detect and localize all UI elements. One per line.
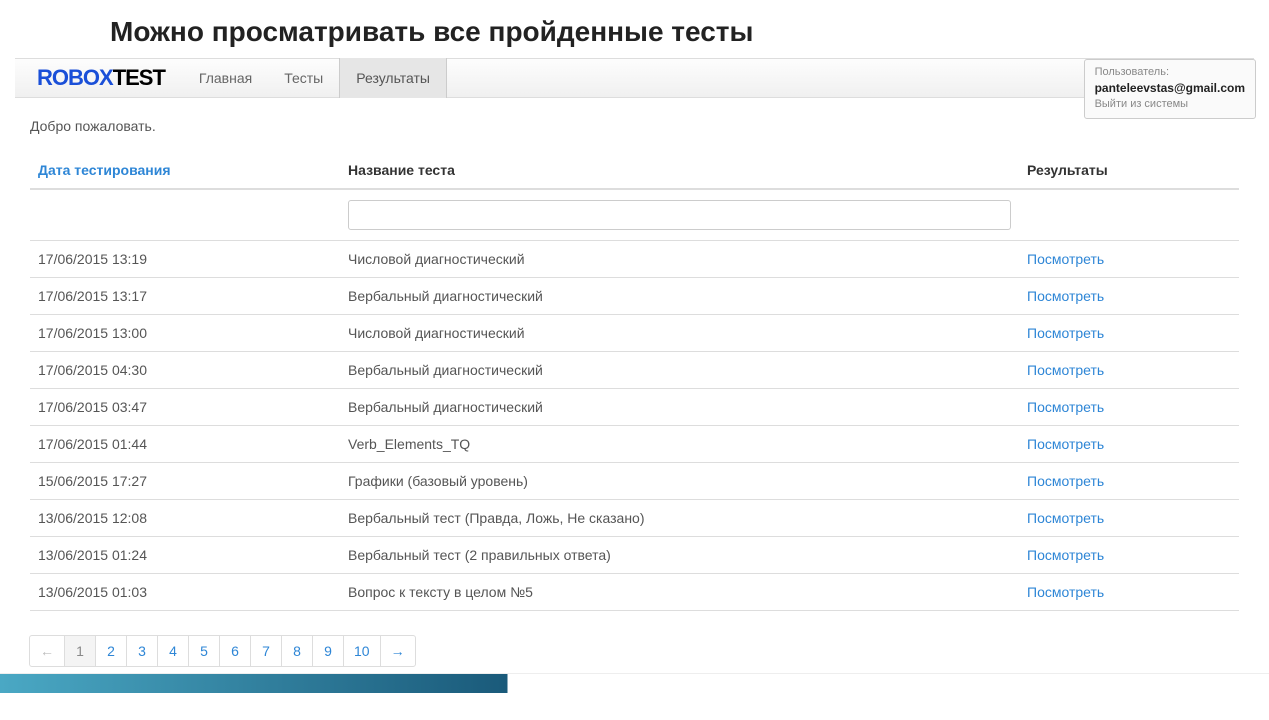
table-row: 17/06/2015 13:17Вербальный диагностическ… xyxy=(30,278,1239,315)
cell-name: Вербальный тест (Правда, Ложь, Не сказан… xyxy=(340,500,1019,537)
cell-date: 17/06/2015 13:00 xyxy=(30,315,340,352)
view-link[interactable]: Посмотреть xyxy=(1027,325,1104,341)
page-5[interactable]: 5 xyxy=(188,635,220,667)
cell-date: 17/06/2015 03:47 xyxy=(30,389,340,426)
results-table: Дата тестирования Название теста Результ… xyxy=(30,152,1239,611)
column-header-date[interactable]: Дата тестирования xyxy=(30,152,340,189)
table-row: 13/06/2015 01:03Вопрос к тексту в целом … xyxy=(30,574,1239,611)
page-10[interactable]: 10 xyxy=(343,635,381,667)
column-header-results: Результаты xyxy=(1019,152,1239,189)
column-header-name: Название теста xyxy=(340,152,1019,189)
content: Добро пожаловать. Дата тестирования Назв… xyxy=(0,98,1269,621)
page-8[interactable]: 8 xyxy=(281,635,313,667)
nav-item-2[interactable]: Результаты xyxy=(339,58,447,98)
page-next[interactable]: → xyxy=(380,635,416,667)
cell-date: 17/06/2015 13:19 xyxy=(30,241,340,278)
table-row: 17/06/2015 13:19Числовой диагностический… xyxy=(30,241,1239,278)
view-link[interactable]: Посмотреть xyxy=(1027,436,1104,452)
user-email: panteleevstas@gmail.com xyxy=(1095,80,1245,97)
logo[interactable]: ROBOXTEST xyxy=(37,65,165,91)
cell-name: Вопрос к тексту в целом №5 xyxy=(340,574,1019,611)
cell-date: 17/06/2015 04:30 xyxy=(30,352,340,389)
cell-name: Вербальный тест (2 правильных ответа) xyxy=(340,537,1019,574)
table-row: 17/06/2015 13:00Числовой диагностический… xyxy=(30,315,1239,352)
cell-date: 13/06/2015 01:03 xyxy=(30,574,340,611)
cell-name: Вербальный диагностический xyxy=(340,352,1019,389)
view-link[interactable]: Посмотреть xyxy=(1027,510,1104,526)
user-box: Пользователь: panteleevstas@gmail.com Вы… xyxy=(1084,59,1256,119)
navbar: ROBOXTEST ГлавнаяТестыРезультаты Пользов… xyxy=(15,58,1254,98)
cell-name: Числовой диагностический xyxy=(340,241,1019,278)
cell-name: Вербальный диагностический xyxy=(340,389,1019,426)
cell-date: 15/06/2015 17:27 xyxy=(30,463,340,500)
cell-date: 17/06/2015 01:44 xyxy=(30,426,340,463)
view-link[interactable]: Посмотреть xyxy=(1027,399,1104,415)
page-7[interactable]: 7 xyxy=(250,635,282,667)
table-row: 13/06/2015 12:08Вербальный тест (Правда,… xyxy=(30,500,1239,537)
page-3[interactable]: 3 xyxy=(126,635,158,667)
page-9[interactable]: 9 xyxy=(312,635,344,667)
page-2[interactable]: 2 xyxy=(95,635,127,667)
cell-name: Графики (базовый уровень) xyxy=(340,463,1019,500)
user-label: Пользователь: xyxy=(1095,65,1245,80)
view-link[interactable]: Посмотреть xyxy=(1027,251,1104,267)
cell-date: 13/06/2015 12:08 xyxy=(30,500,340,537)
view-link[interactable]: Посмотреть xyxy=(1027,288,1104,304)
slide-title: Можно просматривать все пройденные тесты xyxy=(0,0,1269,58)
page-4[interactable]: 4 xyxy=(157,635,189,667)
view-link[interactable]: Посмотреть xyxy=(1027,362,1104,378)
cell-name: Числовой диагностический xyxy=(340,315,1019,352)
welcome-text: Добро пожаловать. xyxy=(30,118,1239,134)
pagination: ←12345678910→ xyxy=(30,635,1269,667)
name-filter-input[interactable] xyxy=(348,200,1011,230)
view-link[interactable]: Посмотреть xyxy=(1027,584,1104,600)
table-row: 17/06/2015 03:47Вербальный диагностическ… xyxy=(30,389,1239,426)
table-row: 17/06/2015 04:30Вербальный диагностическ… xyxy=(30,352,1239,389)
logout-link[interactable]: Выйти из системы xyxy=(1095,97,1245,112)
page-prev: ← xyxy=(29,635,65,667)
table-row: 15/06/2015 17:27Графики (базовый уровень… xyxy=(30,463,1239,500)
logo-part1: ROBOX xyxy=(37,65,113,90)
view-link[interactable]: Посмотреть xyxy=(1027,473,1104,489)
filter-row xyxy=(30,189,1239,241)
page-1: 1 xyxy=(64,635,96,667)
table-row: 17/06/2015 01:44Verb_Elements_TQ Посмотре… xyxy=(30,426,1239,463)
view-link[interactable]: Посмотреть xyxy=(1027,547,1104,563)
table-row: 13/06/2015 01:24Вербальный тест (2 прави… xyxy=(30,537,1239,574)
nav-item-1[interactable]: Тесты xyxy=(268,58,339,98)
nav-item-0[interactable]: Главная xyxy=(183,58,268,98)
cell-name: Verb_Elements_TQ xyxy=(340,426,1019,463)
footer-decoration xyxy=(0,673,1269,693)
cell-date: 17/06/2015 13:17 xyxy=(30,278,340,315)
logo-part2: TEST xyxy=(113,65,165,90)
cell-date: 13/06/2015 01:24 xyxy=(30,537,340,574)
cell-name: Вербальный диагностический xyxy=(340,278,1019,315)
page-6[interactable]: 6 xyxy=(219,635,251,667)
